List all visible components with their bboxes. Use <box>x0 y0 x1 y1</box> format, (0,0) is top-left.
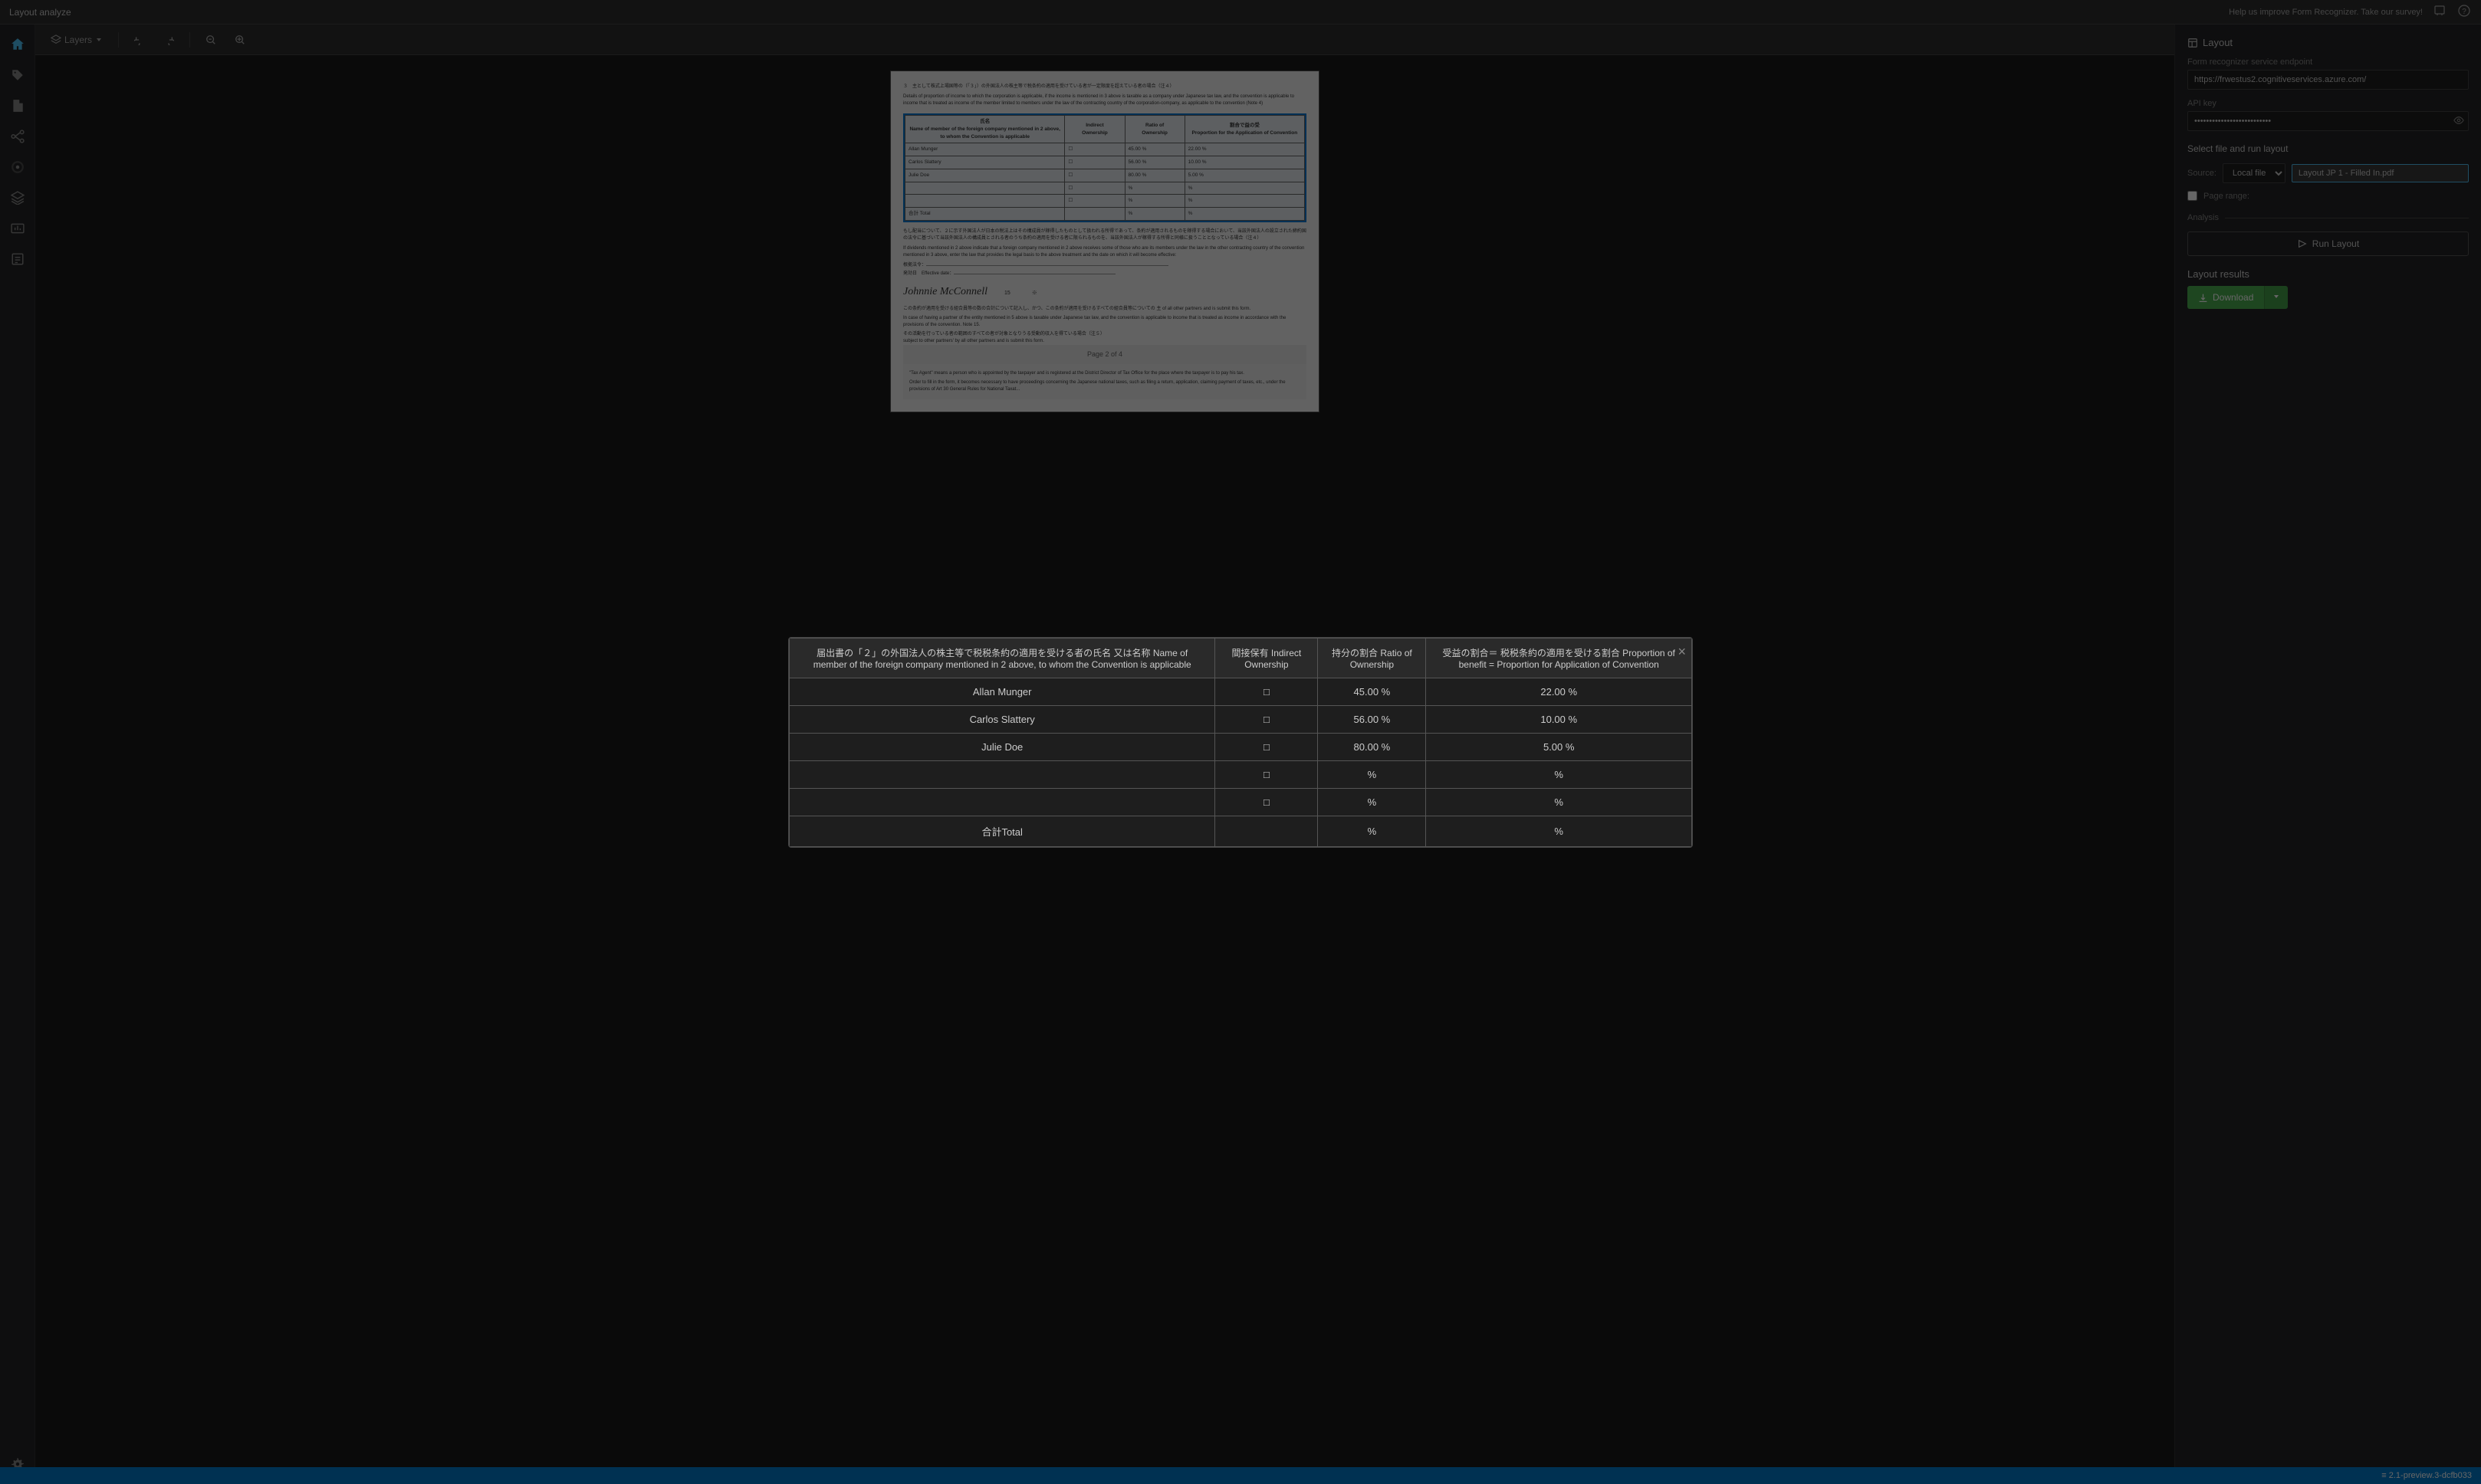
cell-name: Julie Doe <box>790 733 1215 760</box>
table-row: 合計Total%% <box>790 816 1692 846</box>
modal-close-button[interactable]: × <box>1678 644 1686 660</box>
cell-name: Allan Munger <box>790 678 1215 705</box>
cell-checkbox: □ <box>1215 760 1318 788</box>
cell-ratio: 56.00 % <box>1318 705 1426 733</box>
cell-benefit: % <box>1426 788 1692 816</box>
table-row: □%% <box>790 760 1692 788</box>
table-row: □%% <box>790 788 1692 816</box>
table-body: Allan Munger□45.00 %22.00 %Carlos Slatte… <box>790 678 1692 846</box>
cell-benefit: 10.00 % <box>1426 705 1692 733</box>
table-row: Julie Doe□80.00 %5.00 % <box>790 733 1692 760</box>
modal-overlay[interactable]: × 届出書の「２」の外国法人の株主等で税税条約の適用を受ける者の氏名 又は名称 … <box>0 0 2481 1484</box>
cell-benefit: 5.00 % <box>1426 733 1692 760</box>
cell-name <box>790 788 1215 816</box>
modal-dialog: × 届出書の「２」の外国法人の株主等で税税条約の適用を受ける者の氏名 又は名称 … <box>788 637 1693 848</box>
cell-name: Carlos Slattery <box>790 705 1215 733</box>
cell-name <box>790 760 1215 788</box>
cell-benefit: 22.00 % <box>1426 678 1692 705</box>
col-header-name: 届出書の「２」の外国法人の株主等で税税条約の適用を受ける者の氏名 又は名称 Na… <box>790 638 1215 678</box>
cell-name: 合計Total <box>790 816 1215 846</box>
modal-table: 届出書の「２」の外国法人の株主等で税税条約の適用を受ける者の氏名 又は名称 Na… <box>789 638 1692 847</box>
col-header-indirect: 間接保有 Indirect Ownership <box>1215 638 1318 678</box>
table-row: Carlos Slattery□56.00 %10.00 % <box>790 705 1692 733</box>
cell-checkbox: □ <box>1215 678 1318 705</box>
cell-ratio: 80.00 % <box>1318 733 1426 760</box>
table-row: Allan Munger□45.00 %22.00 % <box>790 678 1692 705</box>
table-header: 届出書の「２」の外国法人の株主等で税税条約の適用を受ける者の氏名 又は名称 Na… <box>790 638 1692 678</box>
cell-checkbox <box>1215 816 1318 846</box>
cell-checkbox: □ <box>1215 788 1318 816</box>
cell-ratio: % <box>1318 816 1426 846</box>
col-header-benefit: 受益の割合＝ 税税条約の適用を受ける割合 Proportion of benef… <box>1426 638 1692 678</box>
cell-ratio: 45.00 % <box>1318 678 1426 705</box>
cell-ratio: % <box>1318 788 1426 816</box>
col-header-ratio: 持分の割合 Ratio of Ownership <box>1318 638 1426 678</box>
cell-benefit: % <box>1426 760 1692 788</box>
cell-checkbox: □ <box>1215 733 1318 760</box>
cell-benefit: % <box>1426 816 1692 846</box>
cell-ratio: % <box>1318 760 1426 788</box>
cell-checkbox: □ <box>1215 705 1318 733</box>
